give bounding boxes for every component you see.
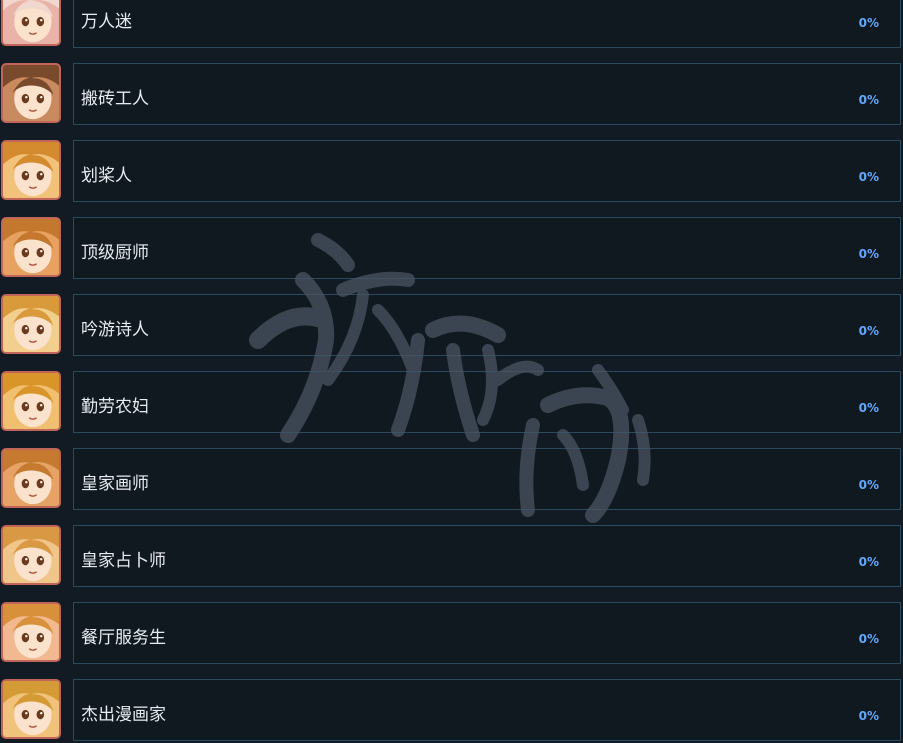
achievement-percent: 0% bbox=[858, 324, 879, 338]
achievement-title: 万人迷 bbox=[81, 12, 132, 32]
anime-girl-portrait-icon bbox=[1, 371, 61, 431]
achievement-bar: 顶级厨师 0% bbox=[73, 217, 901, 279]
achievement-row: 万人迷 0% bbox=[0, 0, 903, 50]
achievement-title: 搬砖工人 bbox=[81, 89, 149, 109]
achievement-row: 划桨人 0% bbox=[0, 140, 903, 204]
achievement-row: 吟游诗人 0% bbox=[0, 294, 903, 358]
achievement-bar: 勤劳农妇 0% bbox=[73, 371, 901, 433]
achievement-row: 杰出漫画家 0% bbox=[0, 679, 903, 743]
achievement-title: 皇家画师 bbox=[81, 474, 149, 494]
anime-girl-portrait-icon bbox=[1, 602, 61, 662]
anime-girl-portrait-icon bbox=[1, 217, 61, 277]
achievement-title: 皇家占卜师 bbox=[81, 551, 166, 571]
anime-girl-portrait-icon bbox=[1, 140, 61, 200]
achievement-row: 搬砖工人 0% bbox=[0, 63, 903, 127]
achievement-bar: 划桨人 0% bbox=[73, 140, 901, 202]
achievement-bar: 餐厅服务生 0% bbox=[73, 602, 901, 664]
achievement-title: 餐厅服务生 bbox=[81, 628, 166, 648]
achievement-percent: 0% bbox=[858, 555, 879, 569]
achievement-title: 杰出漫画家 bbox=[81, 705, 166, 725]
anime-girl-portrait-icon bbox=[1, 0, 61, 46]
achievement-title: 顶级厨师 bbox=[81, 243, 149, 263]
anime-girl-portrait-icon bbox=[1, 294, 61, 354]
achievement-bar: 杰出漫画家 0% bbox=[73, 679, 901, 741]
achievement-percent: 0% bbox=[858, 16, 879, 30]
achievement-list: 万人迷 0% 搬砖工人 0% 划桨人 0% 顶级厨师 0% 吟游诗人 0% 勤劳… bbox=[0, 0, 903, 743]
achievement-row: 皇家画师 0% bbox=[0, 448, 903, 512]
achievement-percent: 0% bbox=[858, 93, 879, 107]
achievement-percent: 0% bbox=[858, 632, 879, 646]
anime-girl-portrait-icon bbox=[1, 525, 61, 585]
achievement-row: 皇家占卜师 0% bbox=[0, 525, 903, 589]
achievement-percent: 0% bbox=[858, 170, 879, 184]
anime-girl-portrait-icon bbox=[1, 679, 61, 739]
achievement-bar: 吟游诗人 0% bbox=[73, 294, 901, 356]
achievement-title: 吟游诗人 bbox=[81, 320, 149, 340]
achievement-bar: 万人迷 0% bbox=[73, 0, 901, 48]
achievement-row: 勤劳农妇 0% bbox=[0, 371, 903, 435]
achievement-bar: 皇家画师 0% bbox=[73, 448, 901, 510]
achievement-title: 划桨人 bbox=[81, 166, 132, 186]
achievement-percent: 0% bbox=[858, 709, 879, 723]
achievement-row: 餐厅服务生 0% bbox=[0, 602, 903, 666]
achievement-percent: 0% bbox=[858, 401, 879, 415]
achievement-bar: 搬砖工人 0% bbox=[73, 63, 901, 125]
achievement-title: 勤劳农妇 bbox=[81, 397, 149, 417]
achievement-percent: 0% bbox=[858, 478, 879, 492]
anime-girl-portrait-icon bbox=[1, 63, 61, 123]
anime-girl-portrait-icon bbox=[1, 448, 61, 508]
achievement-percent: 0% bbox=[858, 247, 879, 261]
achievement-bar: 皇家占卜师 0% bbox=[73, 525, 901, 587]
achievement-row: 顶级厨师 0% bbox=[0, 217, 903, 281]
